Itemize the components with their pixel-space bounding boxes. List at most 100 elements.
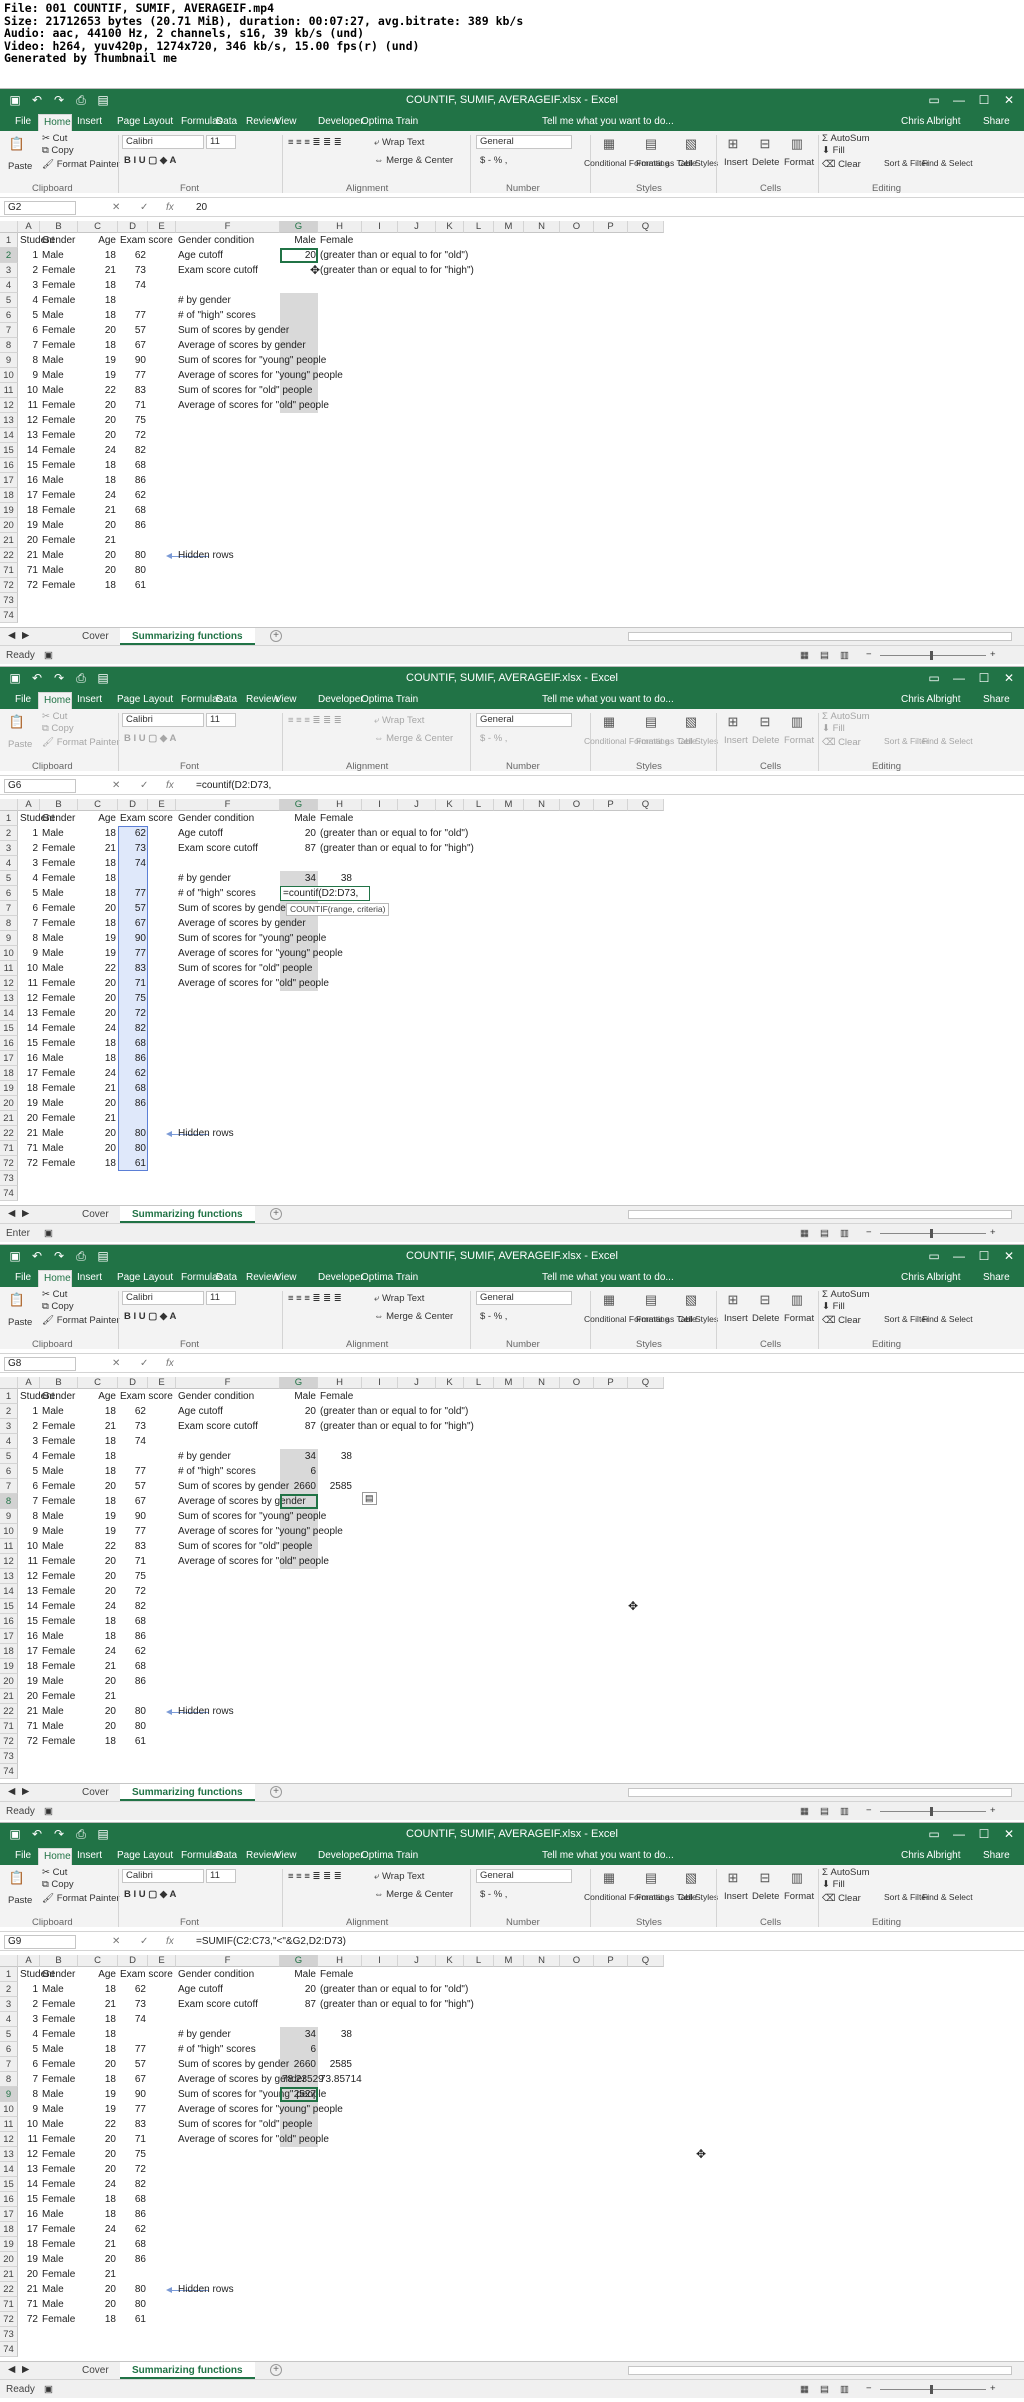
format-button[interactable]: Format [784,157,814,169]
row-header[interactable]: 72 [0,2312,18,2327]
row-header[interactable]: 14 [0,2162,18,2177]
sheet-nav-right-icon[interactable]: ▶ [22,630,29,642]
gender-cell[interactable]: Male [40,2117,78,2132]
tab-formulas[interactable]: Formulas [176,114,223,131]
student-id-cell[interactable]: 72 [18,1156,40,1171]
exam-score-cell[interactable]: 73 [118,1997,148,2012]
gender-cell[interactable]: Female [40,443,78,458]
student-id-cell[interactable]: 20 [18,1111,40,1126]
gender-cell[interactable]: Female [40,2162,78,2177]
exam-score-cell[interactable]: 62 [118,1404,148,1419]
exam-score-cell[interactable]: 86 [118,1629,148,1644]
cell-styles-icon[interactable]: ▧ [680,1867,702,1889]
column-header-j[interactable]: J [398,221,436,233]
column-header-k[interactable]: K [436,799,464,811]
sheet-tab-cover[interactable]: Cover [70,1784,121,1801]
gender-cell[interactable]: Female [40,2267,78,2282]
male-header[interactable]: Male [280,811,318,826]
zoom-in-icon[interactable]: + [990,1805,996,1817]
row-header[interactable]: 7 [0,1479,18,1494]
format-painter-button[interactable]: 🖌 Format Painter [42,1315,120,1327]
select-all-corner[interactable] [0,1955,18,1967]
row-header[interactable]: 5 [0,2027,18,2042]
page-layout-view-icon[interactable]: ▤ [820,650,829,662]
gender-cell[interactable]: Female [40,1156,78,1171]
student-header[interactable]: Student [18,1967,54,1982]
format-table-icon[interactable]: ▤ [640,1289,662,1311]
score-cutoff-value[interactable]: 87 [280,1997,318,2012]
condition-label[interactable]: Sum of scores for "old" people [176,961,356,976]
zoom-in-icon[interactable]: + [990,649,996,661]
student-id-cell[interactable]: 13 [18,2162,40,2177]
exam-score-cell[interactable]: 67 [118,2072,148,2087]
select-all-corner[interactable] [0,221,18,233]
row-header[interactable]: 7 [0,2057,18,2072]
gender-cell[interactable]: Female [40,2237,78,2252]
gender-header[interactable]: Gender [40,233,78,248]
horizontal-scrollbar[interactable] [628,1788,1012,1797]
high-scores-formula[interactable]: =countif(D2:D73, [280,886,370,901]
zoom-in-icon[interactable]: + [990,2383,996,2395]
age-cell[interactable]: 18 [78,916,118,931]
exam-score-cell[interactable]: 62 [118,1066,148,1081]
age-cell[interactable]: 20 [78,1674,118,1689]
column-header-p[interactable]: P [594,221,628,233]
wrap-text-button[interactable]: ⤶ Wrap Text [374,137,424,149]
zoom-out-icon[interactable]: − [866,2383,872,2395]
age-cell[interactable]: 21 [78,1081,118,1096]
close-icon[interactable]: ✕ [1000,1248,1018,1264]
age-cell[interactable]: 20 [78,548,118,563]
exam-score-cell[interactable]: 83 [118,1539,148,1554]
age-cell[interactable]: 20 [78,2147,118,2162]
column-header-n[interactable]: N [524,1955,560,1967]
age-cell[interactable]: 20 [78,991,118,1006]
age-cutoff-note[interactable]: (greater than or equal to for "old") [318,1982,518,1997]
student-id-cell[interactable]: 9 [18,368,40,383]
column-header-q[interactable]: Q [628,221,664,233]
count-male-value[interactable]: 34 [280,2027,318,2042]
gender-cell[interactable]: Male [40,946,78,961]
student-id-cell[interactable]: 14 [18,443,40,458]
tab-insert[interactable]: Insert [72,1848,108,1865]
merge-center-button[interactable]: ⇔ Merge & Center [374,1889,453,1901]
count-female-value[interactable]: 38 [318,871,354,886]
gender-cell[interactable]: Male [40,1982,78,1997]
student-id-cell[interactable]: 1 [18,1404,40,1419]
tab-page-layout[interactable]: Page Layout [112,114,173,131]
share-button[interactable]: Share [983,1848,1010,1864]
gender-cell[interactable]: Male [40,1126,78,1141]
row-header[interactable]: 9 [0,2087,18,2102]
tab-view[interactable]: View [270,1270,310,1287]
page-layout-view-icon[interactable]: ▤ [820,1228,829,1240]
gender-cell[interactable]: Female [40,503,78,518]
row-header[interactable]: 14 [0,428,18,443]
exam-score-cell[interactable]: 68 [118,1036,148,1051]
exam-score-cell[interactable]: 75 [118,991,148,1006]
student-id-cell[interactable]: 6 [18,901,40,916]
column-header-a[interactable]: A [18,1377,40,1389]
avg-female-value[interactable] [318,1494,360,1509]
age-cell[interactable]: 21 [78,2267,118,2282]
tab-optima-train[interactable]: Optima Train [356,1270,418,1287]
student-id-cell[interactable]: 1 [18,1982,40,1997]
student-id-cell[interactable]: 17 [18,1066,40,1081]
row-header[interactable]: 1 [0,233,18,248]
tab-developer[interactable]: Developer [313,692,364,709]
row-header[interactable]: 4 [0,278,18,293]
age-cell[interactable]: 19 [78,931,118,946]
student-id-cell[interactable]: 5 [18,308,40,323]
gender-cell[interactable]: Male [40,473,78,488]
student-id-cell[interactable]: 1 [18,826,40,841]
row-header[interactable]: 1 [0,1389,18,1404]
tab-developer[interactable]: Developer [313,114,364,131]
cut-button[interactable]: ✂ Cut [42,1867,67,1879]
name-box[interactable]: G8 [4,1357,76,1371]
gender-cell[interactable]: Male [40,1051,78,1066]
add-sheet-icon[interactable]: + [270,2364,282,2376]
gender-cell[interactable]: Female [40,1689,78,1704]
condition-label[interactable]: Average of scores for "young" people [176,2102,356,2117]
gender-cell[interactable]: Female [40,916,78,931]
column-header-l[interactable]: L [464,799,494,811]
column-header-l[interactable]: L [464,1377,494,1389]
format-painter-button[interactable]: 🖌 Format Painter [42,159,120,171]
